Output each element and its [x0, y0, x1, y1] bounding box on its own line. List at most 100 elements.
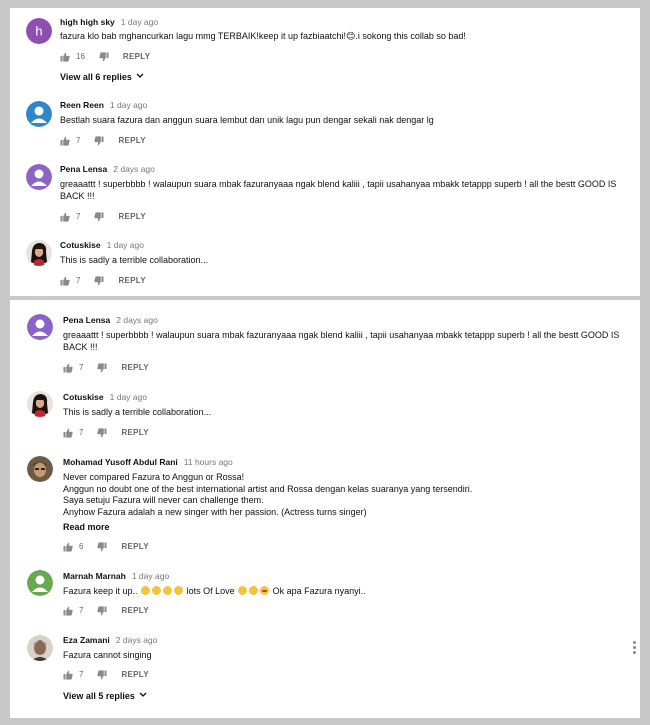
avatar[interactable]	[27, 314, 53, 340]
timestamp[interactable]: 2 days ago	[113, 164, 155, 174]
thumbs-down-icon[interactable]	[97, 670, 107, 680]
reply-button[interactable]: REPLY	[121, 428, 148, 438]
comment-text: Never compared Fazura to Anggun or Rossa…	[63, 472, 623, 518]
like-count: 16	[76, 52, 85, 61]
avatar[interactable]	[26, 101, 52, 127]
thumbs-up-icon[interactable]	[63, 363, 73, 373]
thumbs-down-icon[interactable]	[97, 542, 107, 552]
thumbs-down-icon[interactable]	[97, 606, 107, 616]
reply-button[interactable]: REPLY	[121, 363, 148, 373]
thumbs-down-icon[interactable]	[94, 212, 104, 222]
thumbs-down-icon[interactable]	[97, 428, 107, 438]
timestamp[interactable]: 1 day ago	[107, 240, 144, 250]
timestamp[interactable]: 1 day ago	[132, 571, 169, 581]
smile-emoji-icon	[163, 586, 173, 595]
author-name[interactable]: Pena Lensa	[60, 164, 107, 174]
comment-line: Saya setuju Fazura will never can challe…	[63, 495, 264, 505]
comment-header: Cotuskise 1 day ago	[63, 392, 147, 403]
smile-emoji-icon	[152, 586, 162, 595]
comment-line: BACK !!!	[63, 341, 98, 352]
like-count: 7	[79, 606, 84, 615]
thumbs-up-icon[interactable]	[63, 542, 73, 552]
comment-line: Fazura keep it up.. lots Of Love Ok apa …	[63, 586, 623, 598]
avatar[interactable]	[27, 456, 53, 482]
timestamp[interactable]: 2 days ago	[116, 315, 158, 325]
reply-button[interactable]: REPLY	[118, 212, 145, 222]
comment-line: This is sadly a terrible collaboration..…	[60, 255, 209, 265]
comment-header: Reen Reen 1 day ago	[60, 100, 147, 111]
avatar[interactable]	[27, 391, 53, 417]
author-name[interactable]: high high sky	[60, 17, 115, 27]
author-name[interactable]: Cotuskise	[63, 392, 104, 402]
comment-line: BACK !!!	[60, 190, 95, 201]
comment-line: Anyhow Fazura adalah a new singer with h…	[63, 506, 367, 517]
comment-text: greaaattt ! superbbbb ! walaupun suara m…	[60, 179, 620, 202]
comment-header: Pena Lensa 2 days ago	[63, 315, 158, 326]
comment-line: This is sadly a terrible collaboration..…	[63, 407, 212, 417]
avatar[interactable]	[26, 240, 52, 266]
comment-line: fazura klo bab mghancurkan lagu mmg TERB…	[60, 31, 466, 41]
timestamp[interactable]: 1 day ago	[121, 17, 158, 27]
timestamp[interactable]: 2 days ago	[116, 635, 158, 645]
thumbs-down-icon[interactable]	[94, 136, 104, 146]
avatar[interactable]	[27, 570, 53, 596]
comment-text: Fazura cannot singing	[63, 650, 623, 662]
reply-button[interactable]: REPLY	[121, 670, 148, 680]
comment-text: fazura klo bab mghancurkan lagu mmg TERB…	[60, 31, 620, 43]
author-name[interactable]: Eza Zamani	[63, 635, 110, 645]
comment-actions: 6 REPLY	[63, 542, 149, 552]
comment-line: Bestlah suara fazura dan anggun suara le…	[60, 115, 434, 125]
author-name[interactable]: Mohamad Yusoff Abdul Rani	[63, 457, 178, 467]
author-name[interactable]: Reen Reen	[60, 100, 104, 110]
chevron-down-icon	[139, 692, 147, 697]
thumbs-down-icon[interactable]	[97, 363, 107, 373]
author-name[interactable]: Marnah Marnah	[63, 571, 126, 581]
avatar[interactable]	[26, 164, 52, 190]
thumbs-down-icon[interactable]	[94, 276, 104, 286]
timestamp[interactable]: 1 day ago	[110, 392, 147, 402]
smile-emoji-icon	[174, 586, 184, 595]
reply-button[interactable]: REPLY	[121, 606, 148, 616]
reply-button[interactable]: REPLY	[118, 136, 145, 146]
comment-line: Fazura cannot singing	[63, 650, 152, 660]
comment-header: Eza Zamani 2 days ago	[63, 635, 157, 646]
avatar[interactable]	[27, 635, 53, 661]
view-replies-button[interactable]: View all 5 replies	[63, 691, 147, 702]
chevron-down-icon	[136, 73, 144, 78]
comment-text: Fazura keep it up.. lots Of Love Ok apa …	[63, 586, 623, 598]
like-count: 7	[79, 670, 84, 679]
thumbs-up-icon[interactable]	[60, 212, 70, 222]
thumbs-up-icon[interactable]	[63, 670, 73, 680]
reply-button[interactable]: REPLY	[118, 276, 145, 286]
thumbs-down-icon[interactable]	[99, 52, 109, 62]
reply-button[interactable]: REPLY	[121, 542, 148, 552]
like-count: 6	[79, 542, 84, 551]
timestamp[interactable]: 1 day ago	[110, 100, 147, 110]
read-more-link[interactable]: Read more	[63, 522, 110, 533]
comment-line: greaaattt ! superbbbb ! walaupun suara m…	[60, 179, 617, 189]
like-count: 7	[76, 212, 81, 221]
author-name[interactable]: Cotuskise	[60, 240, 101, 250]
author-name[interactable]: Pena Lensa	[63, 315, 110, 325]
thumbs-up-icon[interactable]	[60, 52, 70, 62]
thumbs-up-icon[interactable]	[60, 276, 70, 286]
view-replies-button[interactable]: View all 6 replies	[60, 72, 144, 83]
reply-button[interactable]: REPLY	[123, 52, 150, 62]
like-count: 7	[76, 136, 81, 145]
smile-emoji-icon	[238, 586, 248, 595]
smile-emoji-icon	[141, 586, 151, 595]
like-count: 7	[79, 363, 84, 372]
comment-actions: 7 REPLY	[63, 428, 149, 438]
svg-text:h: h	[35, 24, 42, 39]
thumbs-up-icon[interactable]	[63, 428, 73, 438]
more-vert-icon[interactable]	[633, 641, 637, 655]
thumbs-up-icon[interactable]	[63, 606, 73, 616]
thumbs-up-icon[interactable]	[60, 136, 70, 146]
comment-fragment: lots Of Love	[186, 586, 235, 596]
like-count: 7	[76, 276, 81, 285]
comment-text: This is sadly a terrible collaboration..…	[60, 255, 620, 267]
comment-line: Anggun no doubt one of the best internat…	[63, 483, 473, 494]
avatar[interactable]: h	[26, 18, 52, 44]
timestamp[interactable]: 11 hours ago	[184, 457, 233, 467]
comments-panel-top: h high high sky 1 day ago fazura klo bab …	[10, 8, 640, 296]
